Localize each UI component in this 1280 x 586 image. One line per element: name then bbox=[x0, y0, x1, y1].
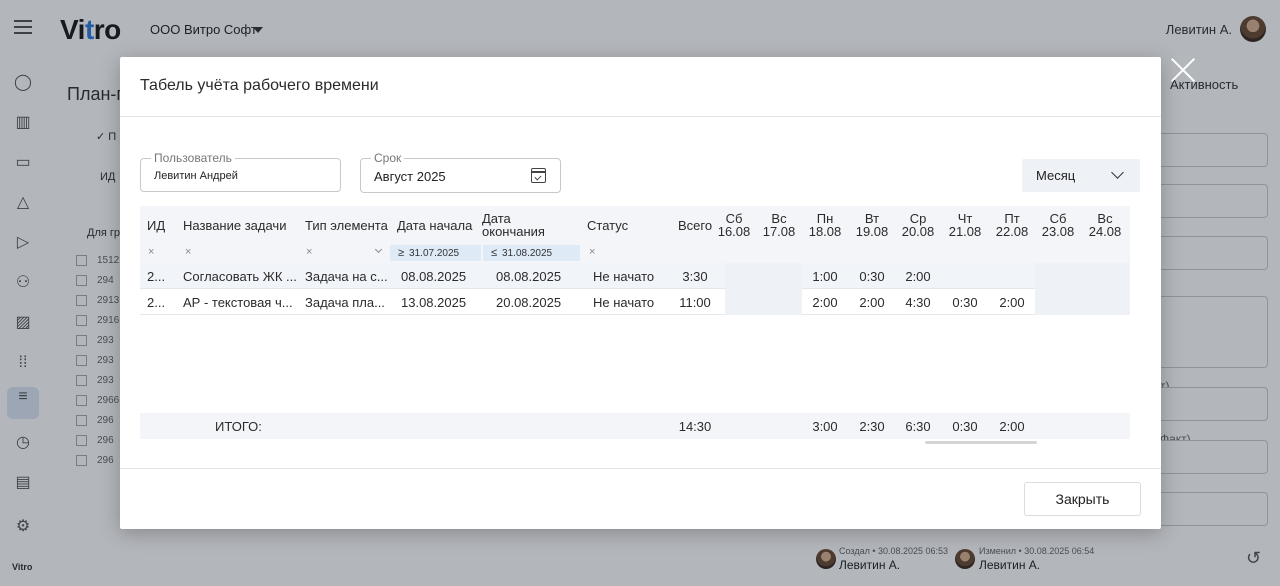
column-header-day[interactable]: Ср 20.08 bbox=[898, 212, 938, 238]
period-field-label: Срок bbox=[371, 151, 405, 165]
close-button[interactable]: Закрыть bbox=[1024, 482, 1141, 516]
totals-day: 2:00 bbox=[999, 419, 1025, 434]
cell-day[interactable]: 2:00 bbox=[805, 295, 845, 310]
calendar-icon[interactable] bbox=[531, 168, 546, 183]
column-header-day[interactable]: Пн 18.08 bbox=[805, 212, 845, 238]
column-header-day[interactable]: Вс 17.08 bbox=[759, 212, 799, 238]
cell-task[interactable]: Согласовать ЖК ... bbox=[183, 269, 297, 284]
weekend-cell bbox=[725, 263, 802, 289]
period-field[interactable]: Срок Август 2025 bbox=[360, 151, 561, 193]
column-header-end[interactable]: Дата окончания bbox=[482, 212, 545, 238]
column-header-day[interactable]: Чт 21.08 bbox=[945, 212, 985, 238]
cell-day[interactable]: 2:00 bbox=[992, 295, 1032, 310]
column-header-total[interactable]: Всего bbox=[678, 219, 712, 232]
totals-day: 3:00 bbox=[812, 419, 838, 434]
column-header-start[interactable]: Дата начала bbox=[397, 219, 472, 232]
user-field[interactable]: Пользователь Левитин Андрей bbox=[140, 151, 341, 192]
chevron-down-icon[interactable] bbox=[1111, 166, 1124, 179]
close-icon[interactable] bbox=[1170, 57, 1196, 83]
column-header-status[interactable]: Статус bbox=[587, 219, 628, 232]
weekend-cell bbox=[1035, 263, 1130, 289]
cell-status: Не начато bbox=[593, 295, 655, 310]
column-header-type[interactable]: Тип элемента bbox=[305, 219, 388, 232]
totals-row: ИТОГО: 14:30 3:00 2:30 6:30 0:30 2:00 bbox=[140, 413, 1130, 439]
start-date-filter[interactable]: ≥31.07.2025 bbox=[390, 245, 481, 261]
period-field-value: Август 2025 bbox=[374, 169, 446, 184]
divider bbox=[120, 116, 1161, 117]
column-header-day[interactable]: Сб 23.08 bbox=[1038, 212, 1078, 238]
modal-title: Табель учёта рабочего времени bbox=[140, 77, 379, 94]
column-header-day[interactable]: Пт 22.08 bbox=[992, 212, 1032, 238]
cell-end: 20.08.2025 bbox=[496, 295, 562, 310]
cell-total: 3:30 bbox=[682, 269, 708, 284]
cell-start: 08.08.2025 bbox=[401, 269, 467, 284]
weekend-cell bbox=[725, 289, 802, 315]
totals-day: 6:30 bbox=[905, 419, 931, 434]
filter-clear-icon[interactable]: × bbox=[185, 246, 191, 258]
table-row[interactable]: 2... Согласовать ЖК ... Задача на с... 0… bbox=[140, 263, 1130, 289]
column-header-day[interactable]: Сб 16.08 bbox=[716, 212, 752, 238]
table-header: ИД Название задачи Тип элемента Дата нач… bbox=[140, 206, 1130, 263]
cell-id: 2... bbox=[147, 295, 166, 310]
totals-day: 0:30 bbox=[952, 419, 978, 434]
cell-start: 13.08.2025 bbox=[401, 295, 467, 310]
timesheet-modal: Табель учёта рабочего времени Пользовате… bbox=[120, 57, 1161, 529]
horizontal-scrollbar[interactable] bbox=[925, 441, 1037, 444]
cell-day[interactable]: 2:00 bbox=[852, 295, 892, 310]
user-field-value: Левитин Андрей bbox=[154, 170, 238, 182]
cell-status: Не начато bbox=[593, 269, 655, 284]
cell-day[interactable]: 0:30 bbox=[945, 295, 985, 310]
cell-day[interactable]: 0:30 bbox=[852, 269, 892, 284]
column-header-day[interactable]: Вт 19.08 bbox=[852, 212, 892, 238]
cell-day[interactable]: 2:00 bbox=[898, 269, 938, 284]
cell-type: Задача на с... bbox=[305, 269, 388, 284]
column-header-day[interactable]: Вс 24.08 bbox=[1085, 212, 1125, 238]
column-header-id[interactable]: ИД bbox=[147, 219, 165, 232]
chevron-down-icon[interactable] bbox=[374, 245, 383, 254]
period-mode-select[interactable]: Месяц bbox=[1022, 159, 1140, 192]
table-row[interactable]: 2... АР - текстовая ч... Задача пла... 1… bbox=[140, 289, 1130, 315]
totals-day: 2:30 bbox=[859, 419, 885, 434]
column-header-task[interactable]: Название задачи bbox=[183, 219, 286, 232]
filter-clear-icon[interactable]: × bbox=[148, 246, 154, 258]
cell-day[interactable]: 4:30 bbox=[898, 295, 938, 310]
cell-task[interactable]: АР - текстовая ч... bbox=[183, 295, 293, 310]
period-mode-value: Месяц bbox=[1036, 168, 1076, 183]
totals-label: ИТОГО: bbox=[215, 419, 262, 434]
cell-id: 2... bbox=[147, 269, 166, 284]
end-date-filter[interactable]: ≤31.08.2025 bbox=[483, 245, 580, 261]
user-field-label: Пользователь bbox=[151, 151, 235, 165]
filter-clear-icon[interactable]: × bbox=[306, 246, 312, 258]
timesheet-table: ИД Название задачи Тип элемента Дата нач… bbox=[140, 206, 1130, 439]
cell-total: 11:00 bbox=[679, 295, 711, 310]
cell-type: Задача пла... bbox=[305, 295, 385, 310]
cell-day[interactable]: 1:00 bbox=[805, 269, 845, 284]
cell-end: 08.08.2025 bbox=[496, 269, 562, 284]
totals-total: 14:30 bbox=[678, 419, 712, 434]
filter-clear-icon[interactable]: × bbox=[589, 246, 595, 258]
divider bbox=[120, 468, 1161, 469]
weekend-cell bbox=[1035, 289, 1130, 315]
